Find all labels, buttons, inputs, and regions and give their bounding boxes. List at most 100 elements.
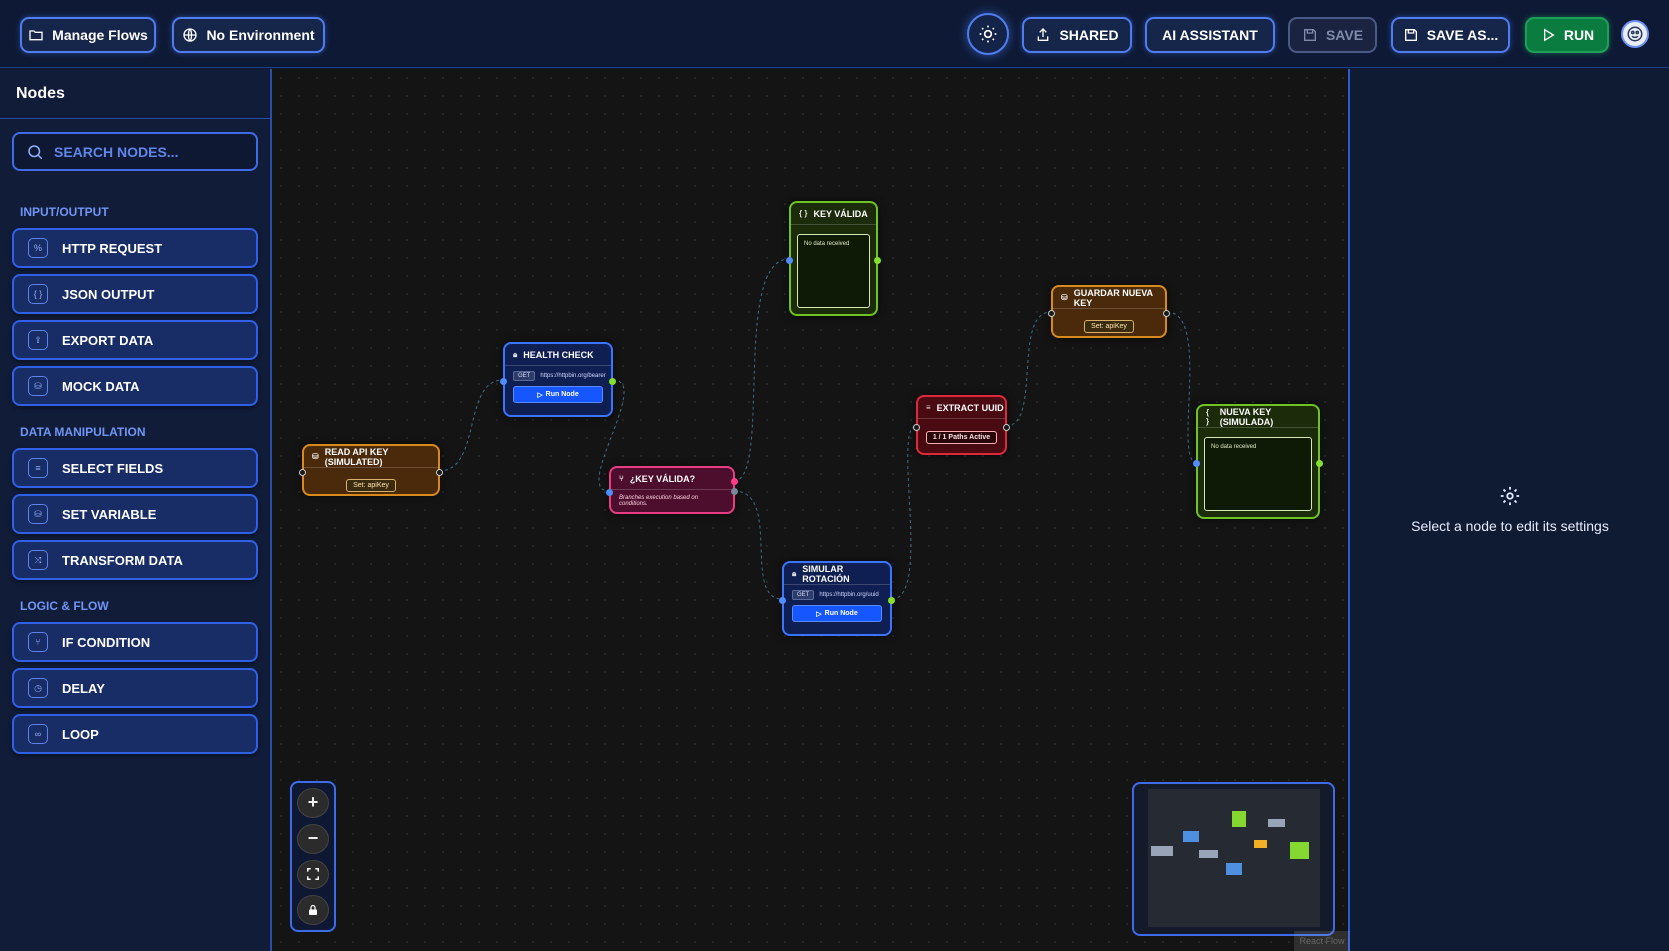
node-export-data[interactable]: ⇪ EXPORT DATA (12, 320, 258, 360)
play-icon (1543, 28, 1555, 42)
input-port[interactable] (1193, 460, 1200, 467)
node-label: MOCK DATA (62, 378, 140, 394)
fit-view-button[interactable] (297, 859, 329, 890)
input-port[interactable] (606, 489, 613, 496)
node-http-request[interactable]: % HTTP REQUEST (12, 228, 258, 268)
flow-node-extract-uuid[interactable]: ≡ EXTRACT UUID 1 / 1 Paths Active (913, 395, 1010, 455)
branch-icon: ⑂ (619, 474, 624, 483)
node-delay[interactable]: ◷ DELAY (12, 668, 258, 708)
settings-panel: Select a node to edit its settings (1351, 69, 1669, 951)
run-button[interactable]: RUN (1525, 17, 1609, 53)
output-port[interactable] (436, 469, 443, 476)
shared-label: SHARED (1059, 27, 1119, 43)
save-icon (1303, 29, 1316, 41)
ai-assistant-button[interactable]: AI ASSISTANT (1145, 17, 1275, 53)
output-port[interactable] (1003, 424, 1010, 431)
node-transform-data[interactable]: ⤨ TRANSFORM DATA (12, 540, 258, 580)
output-port[interactable] (1316, 460, 1323, 467)
false-output-port[interactable] (731, 488, 738, 495)
input-port[interactable] (500, 378, 507, 385)
canvas-controls: + − (290, 781, 336, 932)
flow-node-simular-rotacion[interactable]: 🔒︎ SIMULAR ROTACIÓN GET https://httpbin.or… (779, 561, 895, 636)
link-icon: % (28, 238, 48, 258)
node-mock-data[interactable]: ⛁ MOCK DATA (12, 366, 258, 406)
minimap-viewport (1148, 789, 1320, 927)
environment-button[interactable]: No Environment (172, 17, 325, 53)
sun-icon (979, 25, 997, 43)
shared-button[interactable]: SHARED (1022, 17, 1132, 53)
node-title: SIMULAR ROTACIÓN (802, 563, 850, 584)
node-header: { } NUEVA KEY (SIMULADA) (1198, 406, 1318, 428)
user-avatar-icon (1627, 26, 1643, 42)
output-port[interactable] (1163, 310, 1170, 317)
search-input[interactable] (54, 143, 234, 160)
input-port[interactable] (913, 424, 920, 431)
node-header: { } KEY VÁLIDA (791, 203, 876, 225)
minimap-node (1254, 840, 1267, 848)
lock-icon (309, 905, 317, 916)
true-output-port[interactable] (731, 478, 738, 485)
flow-canvas[interactable]: ⛁ READ API KEY (SIMULATED) Set: apiKey 🔒︎… (272, 69, 1350, 951)
minimap-node (1290, 842, 1309, 859)
lock-button[interactable] (297, 895, 329, 925)
save-as-label: SAVE AS... (1426, 27, 1499, 43)
flow-node-health-check[interactable]: 🔒︎ HEALTH CHECK GET https://httpbin.org/be… (500, 342, 616, 417)
flow-node-condition[interactable]: ⑂ ¿KEY VÁLIDA? Branches execution based o… (606, 466, 738, 514)
lock-icon: 🔒︎ (513, 349, 518, 359)
react-flow-attribution[interactable]: React Flow (1294, 931, 1350, 951)
node-title: HEALTH CHECK (523, 349, 594, 360)
flow-node-key-valida[interactable]: { } KEY VÁLIDA No data received (786, 201, 881, 316)
flow-node-guardar-nueva-key[interactable]: ⛁ GUARDAR NUEVA KEY Set: apiKey (1048, 285, 1170, 338)
avatar[interactable] (1621, 20, 1649, 48)
database-icon: ⛁ (312, 452, 319, 461)
settings-empty-text: Select a node to edit its settings (1411, 518, 1609, 534)
flow-node-nueva-key[interactable]: { } NUEVA KEY (SIMULADA) No data received (1193, 404, 1323, 519)
ai-assistant-label: AI ASSISTANT (1162, 27, 1258, 43)
node-header: 🔒︎ HEALTH CHECK (505, 344, 611, 366)
save-as-button[interactable]: SAVE AS... (1391, 17, 1510, 53)
output-port[interactable] (609, 378, 616, 385)
node-if-condition[interactable]: ⑂ IF CONDITION (12, 622, 258, 662)
output-port[interactable] (888, 597, 895, 604)
method-pill: GET (792, 590, 815, 600)
node-label: IF CONDITION (62, 634, 151, 650)
edge-extract-to-guardar (1005, 311, 1052, 427)
input-port[interactable] (779, 597, 786, 604)
filter-icon: ≡ (926, 403, 931, 412)
run-node-button[interactable]: ▷ Run Node (513, 386, 603, 403)
flow-node-read-api-key[interactable]: ⛁ READ API KEY (SIMULATED) Set: apiKey (299, 444, 443, 496)
search-box[interactable] (12, 132, 258, 171)
plus-icon: + (307, 792, 319, 813)
minimap[interactable] (1132, 782, 1335, 936)
gear-icon (1500, 486, 1520, 506)
braces-icon: { } (1206, 407, 1210, 426)
output-port[interactable] (874, 257, 881, 264)
minimap-node (1268, 819, 1285, 827)
branch-icon: ⑂ (28, 632, 48, 652)
node-loop[interactable]: ∞ LOOP (12, 714, 258, 754)
minimap-node (1232, 811, 1246, 827)
sidebar-divider (0, 118, 270, 119)
node-url: https://httpbin.org/uuid (819, 592, 879, 598)
node-json-output[interactable]: { } JSON OUTPUT (12, 274, 258, 314)
run-node-button[interactable]: ▷ Run Node (792, 605, 882, 622)
run-node-label: Run Node (545, 391, 579, 398)
manage-flows-button[interactable]: Manage Flows (20, 17, 156, 53)
section-logic-flow: LOGIC & FLOW (20, 599, 109, 613)
run-node-label: Run Node (824, 610, 858, 617)
node-set-variable[interactable]: ⛁ SET VARIABLE (12, 494, 258, 534)
node-label: SET VARIABLE (62, 506, 157, 522)
method-pill: GET (513, 371, 536, 381)
node-tag: Set: apiKey (346, 479, 396, 492)
node-select-fields[interactable]: ≡ SELECT FIELDS (12, 448, 258, 488)
database-icon: ⛁ (28, 376, 48, 396)
theme-toggle-button[interactable] (967, 13, 1009, 55)
node-tag: 1 / 1 Paths Active (925, 431, 998, 444)
input-port[interactable] (786, 257, 793, 264)
input-port[interactable] (299, 469, 306, 476)
braces-icon: { } (799, 209, 808, 218)
save-button[interactable]: SAVE (1288, 17, 1377, 53)
zoom-out-button[interactable]: − (297, 823, 329, 854)
zoom-in-button[interactable]: + (297, 788, 329, 818)
input-port[interactable] (1048, 310, 1055, 317)
